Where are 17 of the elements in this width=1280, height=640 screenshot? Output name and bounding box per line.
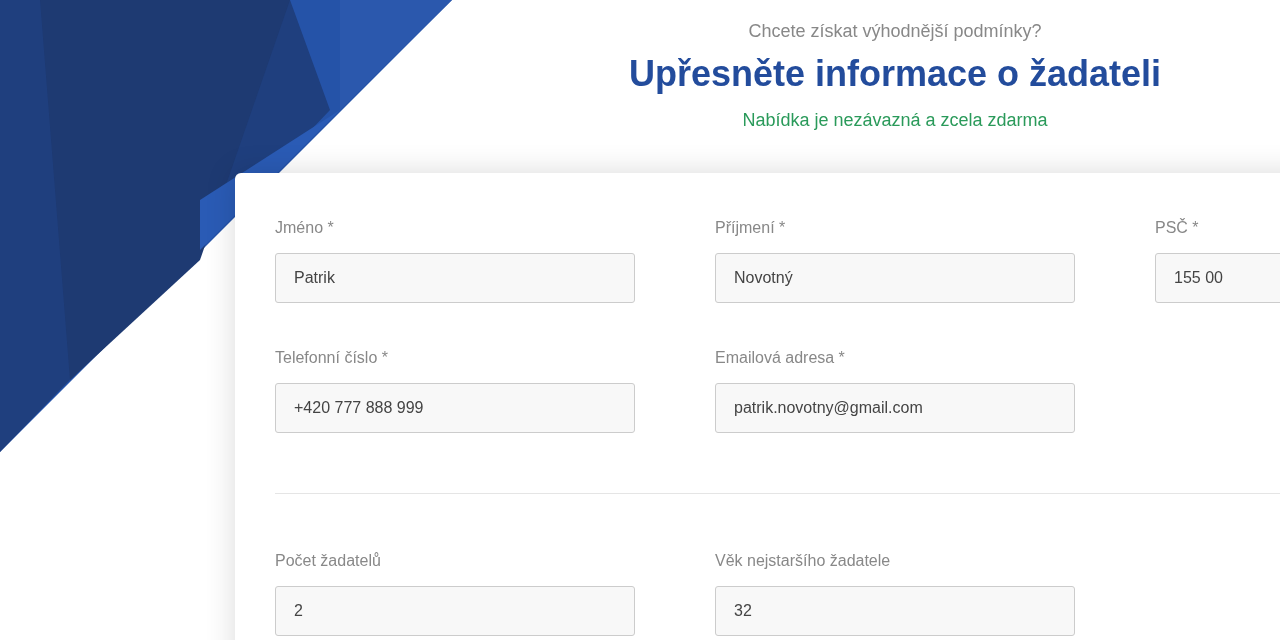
field-label: Telefonní číslo *	[275, 348, 389, 368]
subtitle: Chcete získat výhodnější podmínky?	[747, 20, 1043, 42]
tagline: Nabídka je nezávazná a zcela zdarma	[741, 109, 1049, 131]
input-field[interactable]: 32	[715, 586, 1075, 636]
input-field[interactable]: +420 777 888 999	[275, 383, 635, 433]
field-label: Věk nejstaršího žadatele	[715, 551, 892, 571]
field-label: PSČ *	[1155, 218, 1200, 238]
input-field[interactable]: 2	[275, 586, 635, 636]
field-label: Emailová adresa *	[715, 348, 846, 368]
input-field[interactable]: patrik.novotny@gmail.com	[715, 383, 1075, 433]
input-field[interactable]: 155 00	[1155, 253, 1280, 303]
field-label: Počet žadatelů	[275, 551, 382, 571]
field-label: Příjmení *	[715, 218, 787, 238]
input-field[interactable]: Patrik	[275, 253, 635, 303]
page-title: Upřesněte informace o žadateli	[627, 53, 1163, 95]
input-field[interactable]: Novotný	[715, 253, 1075, 303]
field-label: Jméno *	[275, 218, 335, 238]
